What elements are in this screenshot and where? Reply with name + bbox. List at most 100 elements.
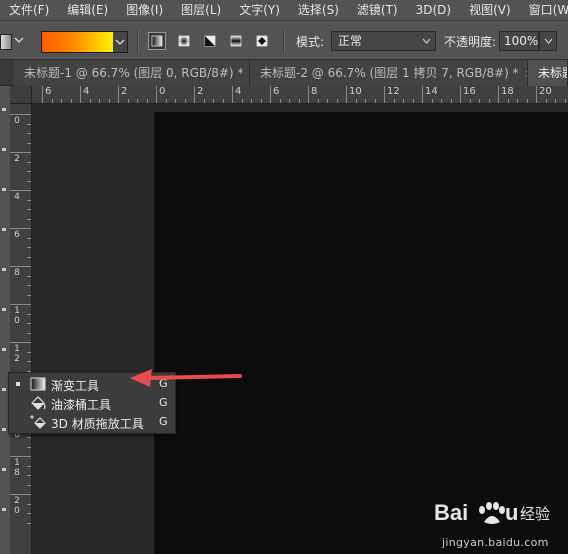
ruler-minor-tick: [222, 99, 224, 103]
ruler-minor-tick: [27, 180, 31, 182]
ruler-major-tick: [42, 86, 43, 103]
menu-file[interactable]: 文件(F): [0, 0, 58, 20]
ruler-tick-label: 12: [387, 86, 400, 97]
ruler-major-tick: [10, 342, 31, 343]
ruler-major-tick: [10, 266, 31, 267]
tool-preset-icon[interactable]: [0, 34, 12, 50]
menu-filter[interactable]: 滤镜(T): [348, 0, 407, 20]
paint-bucket-icon: [29, 395, 47, 412]
ruler-major-tick: [10, 152, 31, 153]
ruler-minor-tick: [175, 99, 176, 103]
shortcut-key: G: [159, 415, 168, 428]
ruler-minor-tick: [450, 99, 452, 103]
mode-select[interactable]: 正常: [331, 31, 436, 51]
ruler-minor-tick: [555, 99, 556, 103]
document-tab[interactable]: 未标题-2 @ 66.7% (图层 1 拷贝 7, RGB/8#) *×: [250, 60, 528, 86]
3d-material-drop-icon: [29, 414, 47, 431]
ruler-major-tick: [118, 86, 119, 103]
separator: [283, 29, 285, 53]
ruler-minor-tick: [27, 323, 31, 324]
diamond-gradient-icon[interactable]: [253, 32, 271, 50]
tool-group-marker: [2, 348, 6, 351]
ruler-tick-label: 10: [349, 86, 362, 97]
ruler-minor-tick: [27, 313, 31, 315]
ruler-minor-tick: [27, 247, 31, 248]
ruler-minor-tick: [393, 99, 395, 103]
ruler-major-tick: [346, 86, 347, 103]
flyout-label: 3D 材质拖放工具: [51, 417, 144, 431]
ruler-minor-tick: [89, 99, 91, 103]
linear-gradient-icon[interactable]: [148, 32, 166, 50]
ruler-major-tick: [10, 190, 31, 191]
ruler-minor-tick: [355, 99, 357, 103]
reflected-gradient-icon[interactable]: [227, 32, 245, 50]
menu-3d[interactable]: 3D(D): [407, 0, 460, 20]
ruler-minor-tick: [564, 99, 566, 103]
opacity-value: 100%: [504, 34, 539, 48]
ruler-major-tick: [10, 456, 31, 457]
menu-view[interactable]: 视图(V): [460, 0, 520, 20]
ruler-minor-tick: [27, 361, 31, 362]
ruler-tick-label: 18: [501, 86, 514, 97]
chevron-down-icon: [422, 32, 431, 57]
menu-window[interactable]: 窗口(W): [520, 0, 568, 20]
menu-type[interactable]: 文字(Y): [230, 0, 289, 20]
ruler-minor-tick: [526, 99, 528, 103]
menu-edit[interactable]: 编辑(E): [58, 0, 117, 20]
ruler-minor-tick: [99, 99, 100, 103]
chevron-down-icon[interactable]: [113, 31, 128, 53]
ruler-tick-label: 16: [463, 86, 476, 97]
ruler-tick-label: 10: [14, 306, 20, 326]
document-canvas[interactable]: [154, 112, 568, 554]
ruler-major-tick: [498, 86, 499, 103]
ruler-minor-tick: [27, 133, 31, 134]
ruler-major-tick: [10, 304, 31, 305]
angle-gradient-icon[interactable]: [201, 32, 219, 50]
document-tab[interactable]: 未标题-1 @ 66.7% (图层 0, RGB/8#) *×: [14, 60, 250, 86]
flyout-item-paint-bucket-tool[interactable]: 油漆桶工具 G: [9, 394, 175, 413]
opacity-label: 不透明度:: [444, 35, 497, 49]
chevron-down-icon: [544, 32, 553, 57]
ruler-minor-tick: [374, 99, 376, 103]
ruler-minor-tick: [27, 285, 31, 286]
toolbar-strip[interactable]: [0, 86, 10, 554]
ruler-minor-tick: [289, 99, 290, 103]
opacity-input[interactable]: 100%: [499, 31, 539, 51]
menu-layer[interactable]: 图层(L): [172, 0, 230, 20]
ruler-minor-tick: [298, 99, 300, 103]
ruler-major-tick: [80, 86, 81, 103]
gradient-picker[interactable]: [41, 31, 115, 53]
ruler-minor-tick: [27, 161, 31, 163]
options-bar: 模式: 正常 不透明度: 100%: [0, 20, 568, 60]
ruler-minor-tick: [51, 99, 53, 103]
tool-group-marker: [2, 308, 6, 311]
ruler-minor-tick: [27, 294, 31, 296]
tool-group-marker: [2, 108, 6, 111]
menu-bar: 文件(F) 编辑(E) 图像(I) 图层(L) 文字(Y) 选择(S) 滤镜(T…: [0, 0, 568, 20]
ruler-minor-tick: [27, 171, 31, 172]
ruler-major-tick: [422, 86, 423, 103]
radial-gradient-icon[interactable]: [175, 32, 193, 50]
ruler-minor-tick: [27, 437, 31, 438]
flyout-label: 渐变工具: [51, 379, 100, 393]
ruler-major-tick: [194, 86, 195, 103]
ruler-minor-tick: [27, 351, 31, 353]
ruler-minor-tick: [27, 256, 31, 258]
flyout-item-gradient-tool[interactable]: 渐变工具 G: [9, 375, 175, 394]
baidu-jingyan-watermark: Bai u 经验 jingyan.baidu.com: [432, 492, 568, 554]
ruler-tick-label: 6: [45, 86, 52, 97]
menu-select[interactable]: 选择(S): [289, 0, 348, 20]
ruler-tick-label: 4: [83, 86, 90, 97]
menu-image[interactable]: 图像(I): [117, 0, 172, 20]
ruler-minor-tick: [27, 142, 31, 144]
ruler-origin[interactable]: [10, 86, 32, 104]
horizontal-ruler[interactable]: 6 4 2 0 2 4 6 8 10 12 14 16 18 20: [32, 86, 568, 104]
opacity-dropdown-button[interactable]: [539, 31, 557, 51]
document-tab-active[interactable]: 未标题: [528, 60, 568, 86]
svg-text:u: u: [505, 500, 518, 525]
flyout-item-3d-material-drop-tool[interactable]: 3D 材质拖放工具 G: [9, 413, 175, 432]
ruler-tick-label: 8: [14, 268, 20, 278]
chevron-down-icon[interactable]: [14, 33, 26, 47]
vertical-ruler[interactable]: 02468101214161820: [10, 104, 32, 554]
ruler-minor-tick: [241, 99, 243, 103]
